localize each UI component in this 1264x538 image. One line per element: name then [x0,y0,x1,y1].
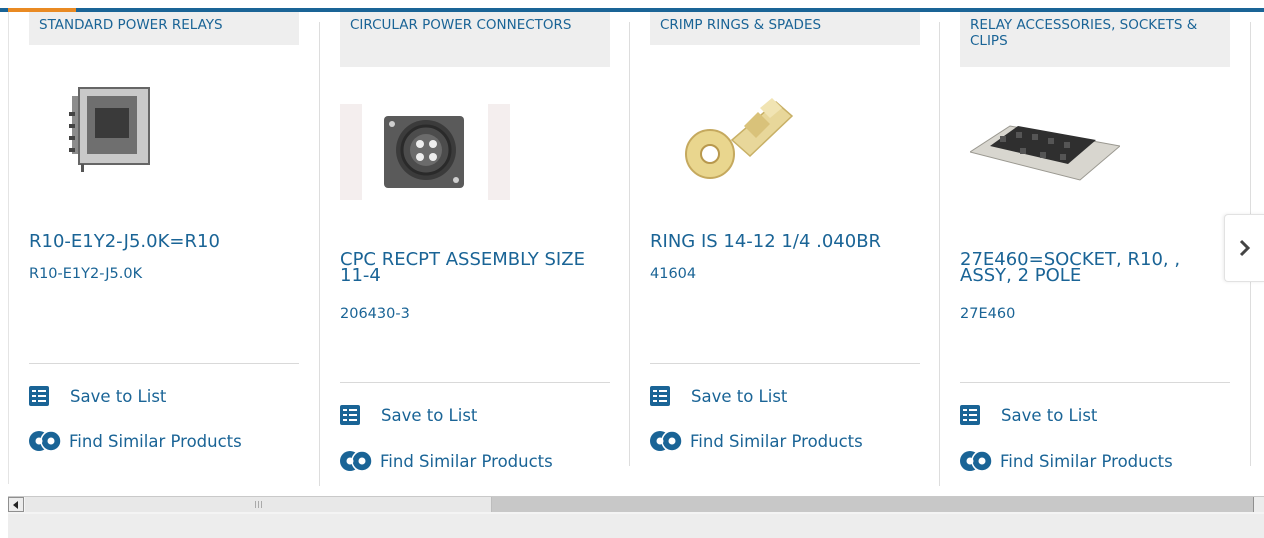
find-similar-label: Find Similar Products [1000,451,1173,471]
product-card: RELAY ACCESSORIES, SOCKETS & CLIPS 27E46… [960,12,1230,486]
relay-image[interactable] [67,82,157,177]
scroll-thumb[interactable] [25,497,492,512]
part-number-link[interactable]: 27E460 [960,306,1015,322]
find-similar-label: Find Similar Products [69,431,242,451]
category-label[interactable]: STANDARD POWER RELAYS [29,12,299,45]
similar-products-icon [340,450,373,472]
scroll-right-arrow[interactable] [1253,497,1264,512]
card-separator [939,22,940,486]
part-number-link[interactable]: 41604 [650,266,696,282]
save-to-list-label: Save to List [70,386,167,406]
similar-products-icon [29,430,62,452]
horizontal-scrollbar[interactable] [8,496,1264,515]
product-title-link[interactable]: R10-E1Y2-J5.0K=R10 [29,233,291,251]
checklist-icon [960,405,980,425]
part-number-link[interactable]: R10-E1Y2-J5.0K [29,266,142,282]
similar-products-icon [960,450,993,472]
save-to-list-label: Save to List [1001,405,1098,425]
save-to-list-button[interactable]: Save to List [960,405,1097,425]
save-to-list-button[interactable]: Save to List [340,405,477,425]
carousel-next-button[interactable] [1224,214,1264,282]
product-card: CIRCULAR POWER CONNECTORS CPC RECPT ASSE… [340,12,610,486]
product-title-link[interactable]: CPC RECPT ASSEMBLY SIZE 11-4 [340,251,602,285]
card-separator [319,22,320,486]
product-card: CRIMP RINGS & SPADES RING IS 14-12 1/4 .… [650,12,920,486]
socket-image[interactable] [968,112,1122,184]
save-to-list-label: Save to List [381,405,478,425]
find-similar-button[interactable]: Find Similar Products [960,450,1173,472]
find-similar-label: Find Similar Products [380,451,553,471]
product-title-link[interactable]: RING IS 14-12 1/4 .040BR [650,233,912,251]
find-similar-button[interactable]: Find Similar Products [29,430,242,452]
scroll-grip-icon [255,501,262,508]
checklist-icon [340,405,360,425]
product-card: STANDARD POWER RELAYS R10-E1Y2-J5.0K=R10… [29,12,299,486]
category-label[interactable]: RELAY ACCESSORIES, SOCKETS & CLIPS [960,12,1230,67]
find-similar-button[interactable]: Find Similar Products [340,450,553,472]
part-number-link[interactable]: 206430-3 [340,306,410,322]
card-divider [340,382,610,383]
card-divider [29,363,299,364]
find-similar-button[interactable]: Find Similar Products [650,430,863,452]
checklist-icon [29,386,49,406]
scroll-left-arrow[interactable] [8,497,24,512]
carousel-left-border [8,12,9,484]
footer-area [8,514,1264,538]
product-title-link[interactable]: 27E460=SOCKET, R10, , ASSY, 2 POLE [960,251,1222,285]
card-divider [960,382,1230,383]
ring-terminal-image[interactable] [680,90,800,182]
checklist-icon [650,386,670,406]
chevron-right-icon [1239,239,1251,257]
save-to-list-label: Save to List [691,386,788,406]
category-label[interactable]: CIRCULAR POWER CONNECTORS [340,12,610,67]
find-similar-label: Find Similar Products [690,431,863,451]
card-separator [629,22,630,466]
scroll-track[interactable] [492,497,1254,512]
connector-image[interactable] [340,104,510,200]
save-to-list-button[interactable]: Save to List [650,386,787,406]
similar-products-icon [650,430,683,452]
save-to-list-button[interactable]: Save to List [29,386,166,406]
card-divider [650,363,920,364]
category-label[interactable]: CRIMP RINGS & SPADES [650,12,920,45]
